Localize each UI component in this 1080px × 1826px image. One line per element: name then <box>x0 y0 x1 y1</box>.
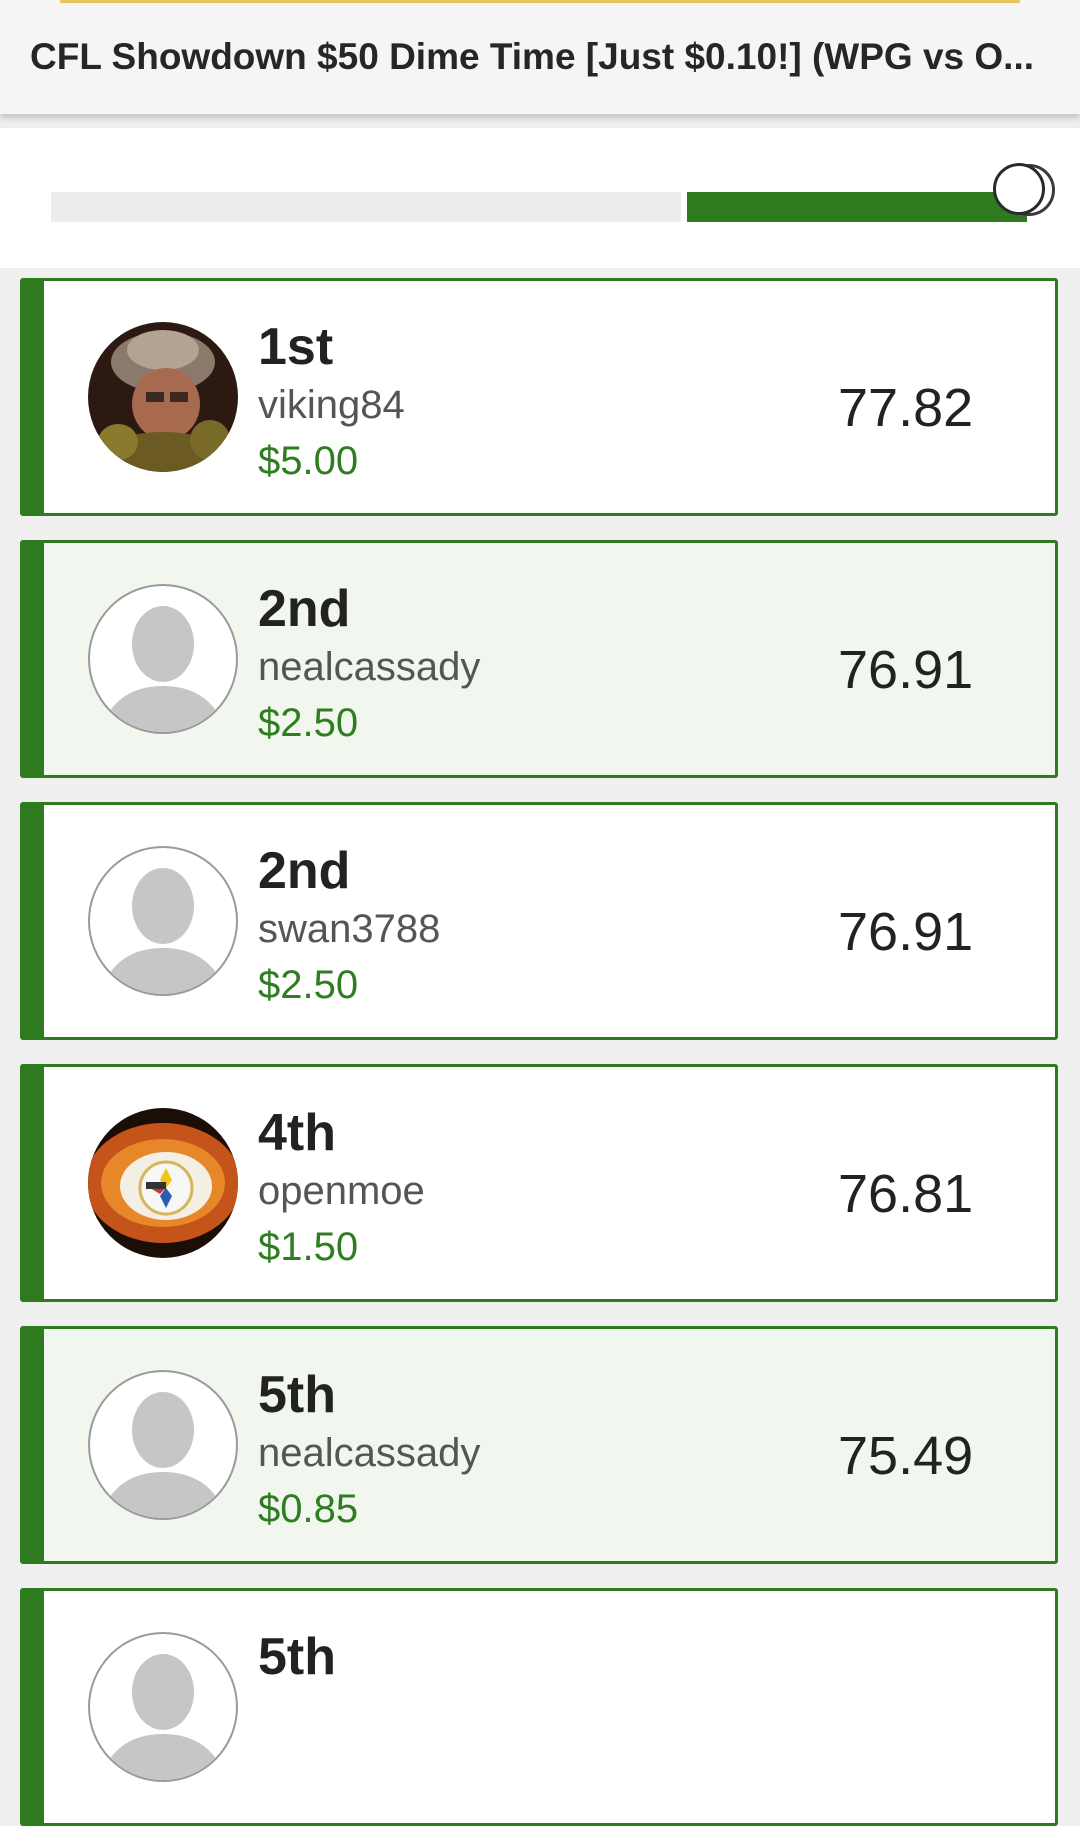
entry-rank: 2nd <box>258 580 351 638</box>
entry-username[interactable]: nealcassady <box>258 645 480 690</box>
entry-rank: 5th <box>258 1366 336 1424</box>
entry-rank: 1st <box>258 318 334 376</box>
entry-prize: $2.50 <box>258 963 359 1007</box>
entry-rank: 4th <box>258 1104 336 1162</box>
slider-thumb[interactable] <box>993 163 1045 215</box>
contest-title: CFL Showdown $50 Dime Time [Just $0.10!]… <box>30 36 1035 77</box>
entry-prize: $1.50 <box>258 1225 359 1269</box>
entry-score: 77.82 <box>838 378 974 438</box>
header-accent-line <box>60 0 1020 3</box>
entry-rank: 5th <box>258 1628 336 1686</box>
leaderboard-entry[interactable]: 5th nealcassady $0.85 75.49 <box>20 1326 1058 1564</box>
entry-rank: 2nd <box>258 842 351 900</box>
entry-username[interactable]: viking84 <box>258 383 405 428</box>
entry-score: 75.49 <box>838 1426 974 1486</box>
leaderboard-entry[interactable]: 2nd nealcassady $2.50 76.91 <box>20 540 1058 778</box>
slider-track-active[interactable] <box>687 192 1027 222</box>
entry-prize: $5.00 <box>258 439 359 483</box>
entry-prize: $0.85 <box>258 1487 359 1531</box>
default-avatar-icon <box>88 846 238 996</box>
slider-area <box>0 128 1080 268</box>
default-avatar-icon <box>88 1632 238 1782</box>
entry-username[interactable]: openmoe <box>258 1169 425 1214</box>
leaderboard-entry[interactable]: 2nd swan3788 $2.50 76.91 <box>20 802 1058 1040</box>
leaderboard-entry[interactable]: 4th openmoe $1.50 76.81 <box>20 1064 1058 1302</box>
entry-score: 76.91 <box>838 640 974 700</box>
default-avatar-icon <box>88 1370 238 1520</box>
entry-prize: $2.50 <box>258 701 359 745</box>
entry-score: 76.91 <box>838 902 974 962</box>
default-avatar-icon <box>88 584 238 734</box>
leaderboard-entry[interactable]: 5th <box>20 1588 1058 1826</box>
header-bar: CFL Showdown $50 Dime Time [Just $0.10!]… <box>0 0 1080 114</box>
entry-score: 76.81 <box>838 1164 974 1224</box>
slider-track-inactive[interactable] <box>51 192 681 222</box>
entry-username[interactable]: swan3788 <box>258 907 440 952</box>
leaderboard-entry[interactable]: 1st viking84 $5.00 77.82 <box>20 278 1058 516</box>
entry-username[interactable]: nealcassady <box>258 1431 480 1476</box>
avatar-photo <box>88 1108 238 1258</box>
avatar-photo <box>88 322 238 472</box>
